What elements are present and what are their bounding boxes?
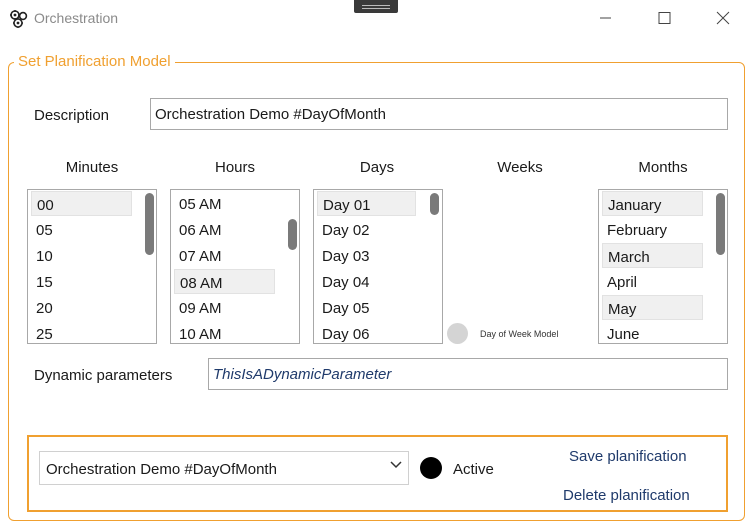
days-scrollbar[interactable] <box>430 193 439 215</box>
list-item[interactable]: Day 03 <box>317 243 416 268</box>
gear-cluster-icon <box>10 10 28 28</box>
list-item[interactable]: June <box>602 321 703 343</box>
chevron-down-icon[interactable] <box>389 460 403 470</box>
list-item[interactable]: April <box>602 269 703 294</box>
months-scrollbar[interactable] <box>716 193 725 255</box>
hours-header: Hours <box>214 159 255 176</box>
list-item[interactable]: Day 04 <box>317 269 416 294</box>
list-item[interactable]: 10 AM <box>174 321 275 343</box>
list-item[interactable]: January <box>602 191 703 216</box>
day-of-week-model-label: Day of Week Model <box>480 329 559 339</box>
list-item[interactable]: 08 AM <box>174 269 275 294</box>
close-button[interactable] <box>710 6 736 30</box>
minutes-list[interactable]: 00 05 10 15 20 25 <box>27 189 157 344</box>
minutes-scrollbar[interactable] <box>145 193 154 255</box>
list-item[interactable]: Day 05 <box>317 295 416 320</box>
day-of-week-model-toggle[interactable] <box>447 323 468 344</box>
list-item[interactable]: 25 <box>31 321 132 343</box>
minimize-button[interactable] <box>593 6 619 30</box>
list-item[interactable]: 07 AM <box>174 243 275 268</box>
drag-handle[interactable] <box>354 0 398 13</box>
title-bar: Orchestration <box>0 0 751 38</box>
delete-planification-button[interactable]: Delete planification <box>563 487 690 504</box>
list-item[interactable]: 05 <box>31 217 132 242</box>
months-header: Months <box>638 159 688 176</box>
weeks-header: Weeks <box>497 159 543 176</box>
dynamic-parameters-label: Dynamic parameters <box>34 367 173 384</box>
days-header: Days <box>359 159 395 176</box>
group-legend: Set Planification Model <box>14 53 175 70</box>
list-item[interactable]: 06 AM <box>174 217 275 242</box>
months-list[interactable]: January February March April May June <box>598 189 728 344</box>
list-item[interactable]: May <box>602 295 703 320</box>
list-item[interactable]: 05 AM <box>174 191 275 216</box>
maximize-button[interactable] <box>651 6 677 30</box>
hours-list[interactable]: 05 AM 06 AM 07 AM 08 AM 09 AM 10 AM <box>170 189 300 344</box>
list-item[interactable]: Day 06 <box>317 321 416 343</box>
window-title: Orchestration <box>34 10 119 26</box>
days-list[interactable]: Day 01 Day 02 Day 03 Day 04 Day 05 Day 0… <box>313 189 443 344</box>
list-item[interactable]: 20 <box>31 295 132 320</box>
list-item[interactable]: Day 01 <box>317 191 416 216</box>
list-item[interactable]: Day 02 <box>317 217 416 242</box>
list-item[interactable]: February <box>602 217 703 242</box>
list-item[interactable]: 00 <box>31 191 132 216</box>
active-radio[interactable] <box>420 457 442 479</box>
description-input[interactable]: Orchestration Demo #DayOfMonth <box>150 98 728 130</box>
list-item[interactable]: 10 <box>31 243 132 268</box>
list-item[interactable]: March <box>602 243 703 268</box>
dynamic-parameters-input[interactable]: ThisIsADynamicParameter <box>208 358 728 390</box>
active-label: Active <box>453 461 494 478</box>
save-planification-button[interactable]: Save planification <box>569 448 687 465</box>
list-item[interactable]: 09 AM <box>174 295 275 320</box>
description-label: Description <box>34 107 110 124</box>
hours-scrollbar[interactable] <box>288 219 297 250</box>
planification-select[interactable]: Orchestration Demo #DayOfMonth <box>39 451 409 485</box>
minutes-header: Minutes <box>65 159 119 176</box>
list-item[interactable]: 15 <box>31 269 132 294</box>
